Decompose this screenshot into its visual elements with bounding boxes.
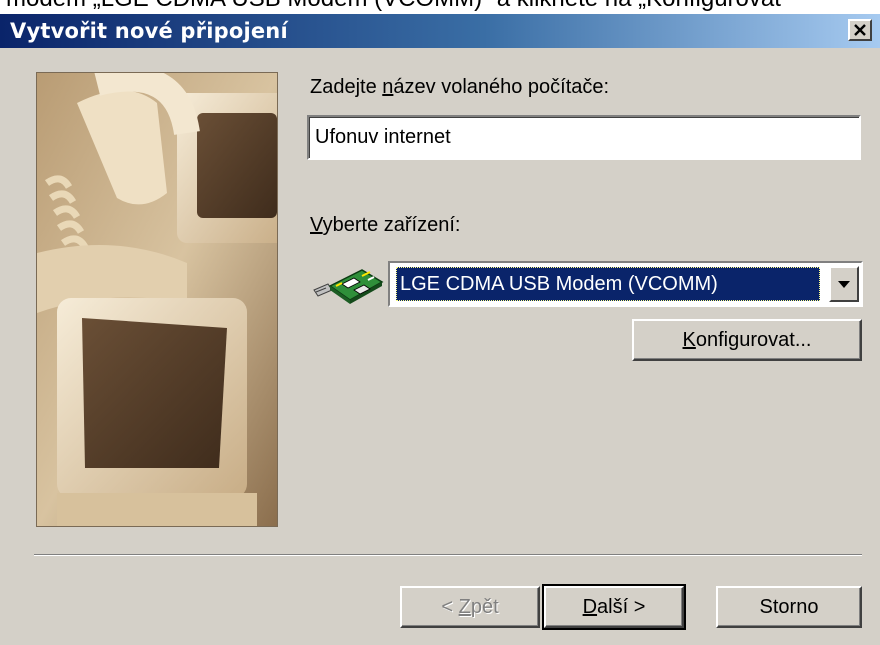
next-button[interactable]: Další > (542, 584, 686, 630)
new-connection-dialog: Vytvořit nové připojení Zadejte název vo… (0, 14, 880, 645)
cancel-button[interactable]: Storno (716, 586, 862, 628)
close-icon (854, 24, 866, 36)
title-bar[interactable]: Vytvořit nové připojení (0, 14, 880, 48)
back-button[interactable]: < Zpět (400, 586, 540, 628)
computer-name-label: Zadejte název volaného počítače: (310, 76, 610, 98)
computer-name-input[interactable]: Ufonuv internet (307, 115, 861, 160)
divider (34, 554, 862, 556)
close-button[interactable] (848, 19, 872, 41)
device-select-value: LGE CDMA USB Modem (VCOMM) (396, 267, 820, 301)
chevron-down-icon (838, 280, 850, 288)
device-label: Vyberte zařízení: (310, 214, 461, 236)
wizard-illustration (36, 72, 278, 527)
dropdown-button[interactable] (829, 266, 859, 302)
configure-button[interactable]: Konfigurovat... (632, 319, 862, 361)
window-title: Vytvořit nové připojení (10, 19, 288, 43)
device-select[interactable]: LGE CDMA USB Modem (VCOMM) (388, 261, 863, 307)
document-caption: modem „LGE CDMA USB Modem (VCOMM)“ a kli… (0, 0, 880, 14)
modem-icon (313, 269, 384, 304)
